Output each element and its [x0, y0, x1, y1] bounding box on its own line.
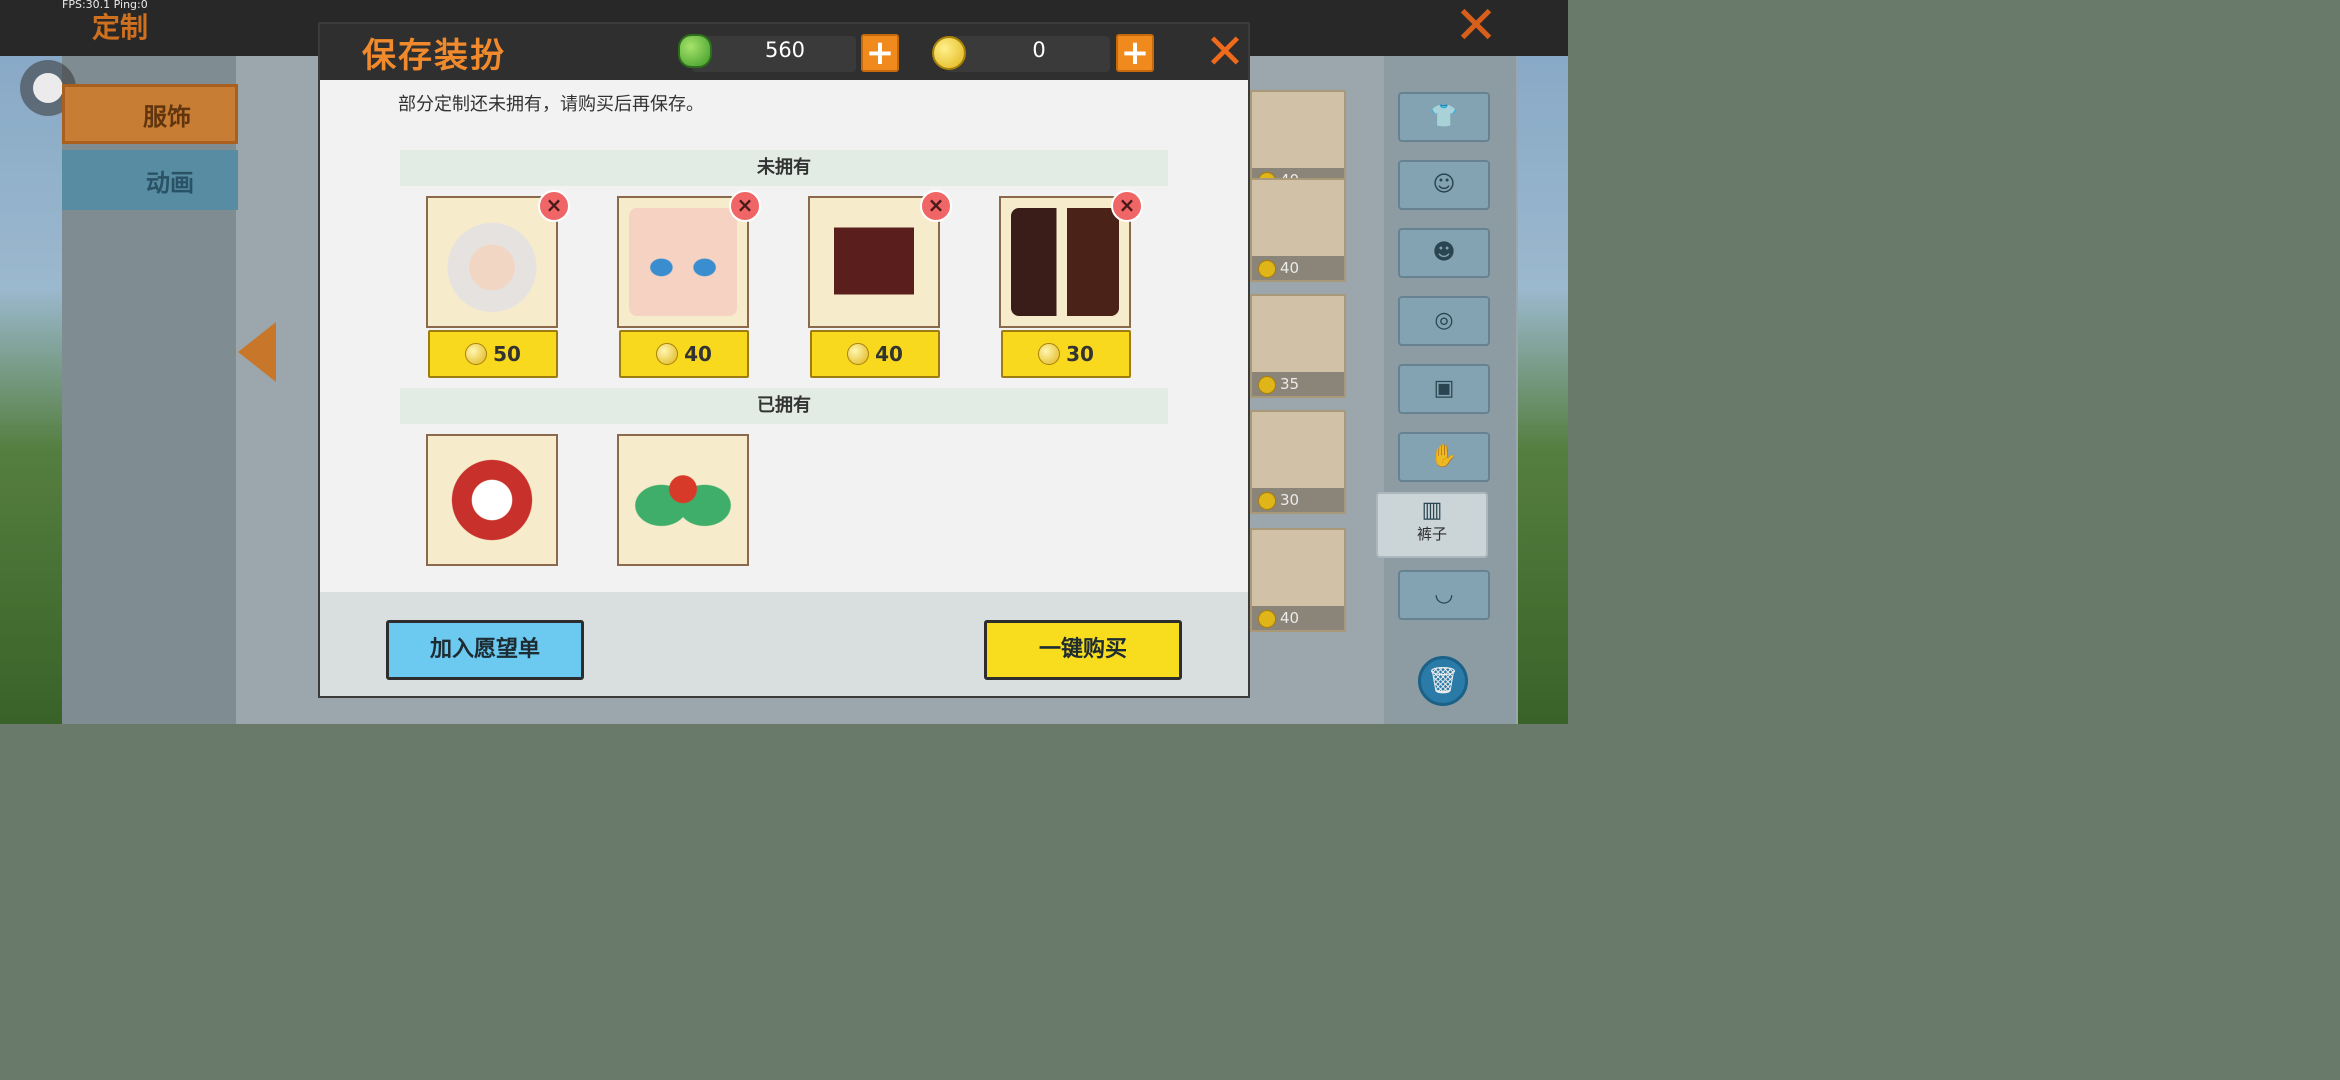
coin-icon — [465, 343, 488, 365]
add-gems-button[interactable]: + — [861, 34, 899, 72]
face-image — [629, 208, 737, 316]
dialog-header: 保存装扮 560 + 0 + ✕ — [320, 24, 1248, 80]
gift-bow-image — [629, 446, 737, 554]
buy-all-button[interactable]: 一键购买 — [984, 620, 1182, 680]
coin-amount: 0 — [1032, 38, 1046, 62]
add-coins-button[interactable]: + — [1116, 34, 1154, 72]
shorts-image — [834, 208, 914, 316]
price-button[interactable]: 50 — [428, 330, 558, 378]
price-value: 30 — [1066, 342, 1094, 366]
coin-icon — [932, 36, 966, 70]
save-outfit-dialog: 保存装扮 560 + 0 + ✕ 部分定制还未拥有，请购买后再保存。 未拥有 ×… — [318, 22, 1250, 698]
item-dark-boots[interactable]: × — [999, 190, 1143, 328]
owned-header: 已拥有 — [400, 388, 1168, 424]
dialog-footer: 加入愿望单 一键购买 — [320, 592, 1248, 696]
coin-icon — [1038, 343, 1061, 365]
remove-icon[interactable]: × — [920, 190, 952, 222]
remove-icon[interactable]: × — [729, 190, 761, 222]
remove-icon[interactable]: × — [538, 190, 570, 222]
bunny-hair-image — [438, 208, 546, 316]
dialog-notice: 部分定制还未拥有，请购买后再保存。 — [398, 94, 704, 115]
boots-image — [1011, 208, 1119, 316]
unowned-header: 未拥有 — [400, 150, 1168, 186]
item-green-gift-bow[interactable] — [617, 434, 749, 566]
coin-icon — [847, 343, 870, 365]
item-bunny-ear-hair[interactable]: × — [426, 190, 570, 328]
item-red-shorts[interactable]: × — [808, 190, 952, 328]
price-value: 50 — [493, 342, 521, 366]
remove-icon[interactable]: × — [1111, 190, 1143, 222]
price-button[interactable]: 40 — [619, 330, 749, 378]
price-value: 40 — [684, 342, 712, 366]
gem-icon — [678, 34, 712, 68]
item-shy-face[interactable]: × — [617, 190, 761, 328]
gem-amount: 560 — [764, 38, 806, 62]
add-to-wishlist-button[interactable]: 加入愿望单 — [386, 620, 584, 680]
item-red-jacket[interactable] — [426, 434, 558, 566]
coin-icon — [656, 343, 679, 365]
dialog-title: 保存装扮 — [362, 36, 506, 76]
price-value: 40 — [875, 342, 903, 366]
price-button[interactable]: 30 — [1001, 330, 1131, 378]
close-icon[interactable]: ✕ — [1204, 28, 1246, 76]
price-button[interactable]: 40 — [810, 330, 940, 378]
jacket-image — [438, 446, 546, 554]
